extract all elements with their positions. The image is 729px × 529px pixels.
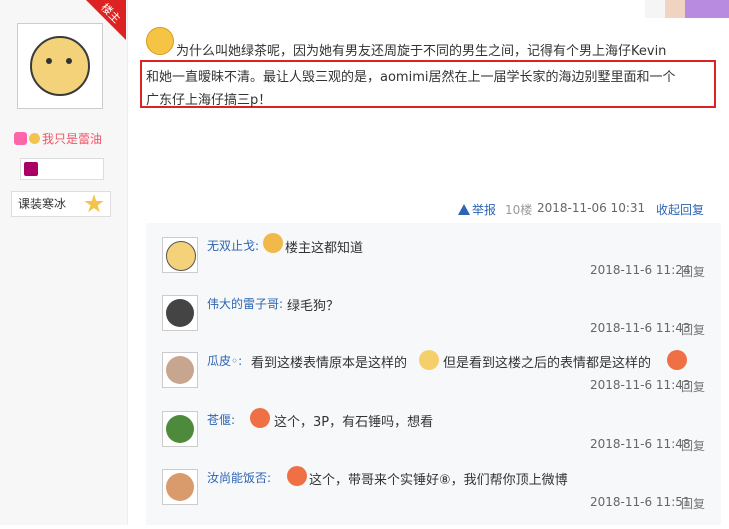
list-item: 无双止戈: 楼主这都知道 2018-11-6 11:24 回复 <box>146 233 721 297</box>
decoration-block-purple <box>685 0 729 18</box>
post-time: 2018-11-06 10:31 <box>537 201 646 215</box>
reply-avatar[interactable] <box>162 411 198 447</box>
author-tag[interactable]: 课装寒冰 <box>11 191 111 217</box>
reply-button[interactable]: 回复 <box>681 378 705 395</box>
report-link[interactable]: 举报 <box>458 201 496 218</box>
reply-text-continued: 但是看到这楼之后的表情都是这样的 <box>443 356 652 371</box>
avatar-image <box>166 299 194 327</box>
smile-emoji-icon <box>146 27 174 55</box>
reply-username[interactable]: 伟大的雷子哥: <box>207 295 283 312</box>
member-icon <box>14 132 27 145</box>
author-tag-label: 课装寒冰 <box>18 197 67 211</box>
post-text-line-2: 和她一直暧昧不清。最让人毁三观的是，aomimi居然在上一届学长家的海边别墅里面… <box>146 70 676 85</box>
author-avatar[interactable] <box>17 23 103 109</box>
list-item: 伟大的雷子哥: 绿毛狗？ 2018-11-6 11:43 回复 <box>146 295 721 355</box>
top-right-decoration <box>645 0 729 18</box>
reply-username[interactable]: 无双止戈: <box>207 237 259 254</box>
level-icon <box>24 162 38 176</box>
reply-list: 无双止戈: 楼主这都知道 2018-11-6 11:24 回复 伟大的雷子哥: … <box>146 223 721 525</box>
reply-time: 2018-11-6 11:48 <box>590 437 691 451</box>
reply-avatar[interactable] <box>162 295 198 331</box>
author-name-row[interactable]: 我只是蕾油 <box>14 130 102 147</box>
report-label: 举报 <box>472 203 497 217</box>
reply-username[interactable]: 瓜皮◦: <box>207 352 242 369</box>
reply-time: 2018-11-6 11:51 <box>590 495 691 509</box>
reply-text: 绿毛狗？ <box>287 299 340 314</box>
reply-time: 2018-11-6 11:24 <box>590 263 691 277</box>
reply-time: 2018-11-6 11:43 <box>590 321 691 335</box>
author-level-bar <box>20 158 104 180</box>
reply-username[interactable]: 汝尚能饭否: <box>207 469 271 486</box>
star-badge-icon <box>84 194 104 213</box>
reply-text: 楼主这都知道 <box>285 241 364 256</box>
author-sidebar: 楼主 我只是蕾油 课装寒冰 <box>0 0 128 525</box>
reply-text: 看到这楼表情原本是这样的 <box>251 356 408 371</box>
decoration-block <box>665 0 685 18</box>
reply-button[interactable]: 回复 <box>681 321 705 338</box>
reply-text: 这个，带哥来个实锤好⑧，我们帮你顶上微博 <box>309 473 568 488</box>
reply-username[interactable]: 苍偃: <box>207 411 235 428</box>
angry-emoji-icon <box>263 233 283 253</box>
author-name[interactable]: 我只是蕾油 <box>42 130 102 147</box>
angry-emoji-icon <box>667 350 687 370</box>
post-text-line-3: 广东仔上海仔搞三p！ <box>146 93 272 108</box>
laugh-emoji-icon <box>250 408 270 428</box>
reply-button[interactable]: 回复 <box>681 437 705 454</box>
reply-avatar[interactable] <box>162 469 198 505</box>
reply-button[interactable]: 回复 <box>681 263 705 280</box>
post-text-line-1: 为什么叫她绿茶呢，因为她有男友还周旋于不同的男生之间，记得有个男上海仔Kevin <box>176 44 667 59</box>
list-item: 汝尚能饭否: 这个，带哥来个实锤好⑧，我们帮你顶上微博 2018-11-6 11… <box>146 466 721 529</box>
reply-avatar[interactable] <box>162 237 198 273</box>
avatar-image <box>166 473 194 501</box>
avatar-image <box>166 415 194 443</box>
warning-icon <box>458 204 470 215</box>
reply-button[interactable]: 回复 <box>681 495 705 512</box>
list-item: 瓜皮◦: 看到这楼表情原本是这样的 但是看到这楼之后的表情都是这样的 2018-… <box>146 350 721 412</box>
reply-text: 这个，3P，有石锤吗，想看 <box>274 415 434 430</box>
collapse-replies-link[interactable]: 收起回复 <box>656 201 704 218</box>
floor-number: 10楼 <box>505 203 533 217</box>
reply-avatar[interactable] <box>162 352 198 388</box>
reply-time: 2018-11-6 11:43 <box>590 378 691 392</box>
avatar-image <box>166 241 196 271</box>
smile-icon <box>29 133 40 144</box>
doge-avatar-image <box>30 36 90 96</box>
laugh-emoji-icon <box>287 466 307 486</box>
avatar-image <box>166 356 194 384</box>
smile-emoji-icon <box>419 350 439 370</box>
list-item: 苍偃: 这个，3P，有石锤吗，想看 2018-11-6 11:48 回复 <box>146 408 721 471</box>
